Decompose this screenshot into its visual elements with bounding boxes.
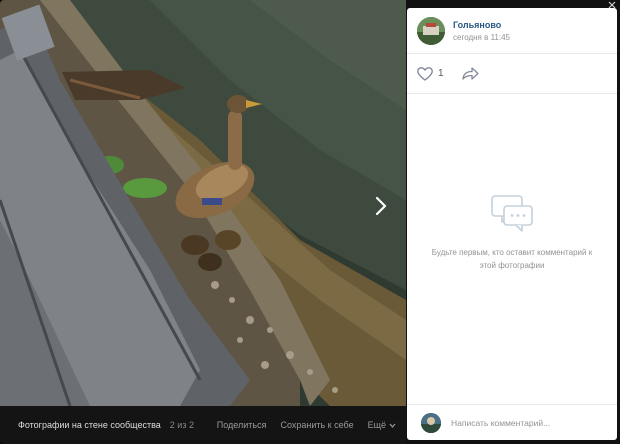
photo-viewer: Фотографии на стене сообщества 2 из 2 По… [0, 0, 620, 444]
empty-state-text: Будьте первым, кто оставит комментарий к… [431, 248, 593, 270]
share-link[interactable]: Поделиться [217, 420, 267, 430]
author-name[interactable]: Гольяново [453, 20, 510, 30]
next-photo-button[interactable] [366, 186, 396, 226]
more-menu-button[interactable]: Ещё [368, 420, 396, 430]
save-to-profile-link[interactable]: Сохранить к себе [280, 420, 353, 430]
photo-counter: 2 из 2 [169, 420, 194, 430]
side-panel: Гольяново сегодня в 11:45 1 Будьте первы… [407, 8, 617, 440]
comment-input[interactable] [451, 417, 601, 428]
photo-ducks-by-water[interactable] [0, 0, 406, 406]
author-info: Гольяново сегодня в 11:45 [453, 20, 510, 42]
photo-bottom-bar: Фотографии на стене сообщества 2 из 2 По… [0, 406, 406, 444]
like-count: 1 [438, 68, 444, 79]
user-avatar-image [421, 412, 441, 433]
comments-icon [491, 195, 533, 232]
share-arrow-icon [461, 67, 479, 80]
more-label: Ещё [367, 420, 386, 430]
heart-icon [417, 66, 433, 81]
share-button[interactable] [461, 67, 479, 80]
like-button[interactable]: 1 [417, 66, 444, 81]
photo-area: Фотографии на стене сообщества 2 из 2 По… [0, 0, 406, 444]
author-header: Гольяново сегодня в 11:45 [407, 8, 617, 54]
album-title[interactable]: Фотографии на стене сообщества [18, 420, 161, 430]
chevron-down-icon [389, 423, 396, 428]
actions-row: 1 [407, 54, 617, 94]
current-user-avatar [421, 412, 441, 433]
chevron-right-icon [375, 196, 387, 216]
comments-empty-state: Будьте первым, кто оставит комментарий к… [407, 194, 617, 272]
author-avatar[interactable] [417, 16, 445, 45]
avatar-image [417, 16, 445, 45]
comment-composer [407, 404, 617, 440]
post-time[interactable]: сегодня в 11:45 [453, 33, 510, 42]
